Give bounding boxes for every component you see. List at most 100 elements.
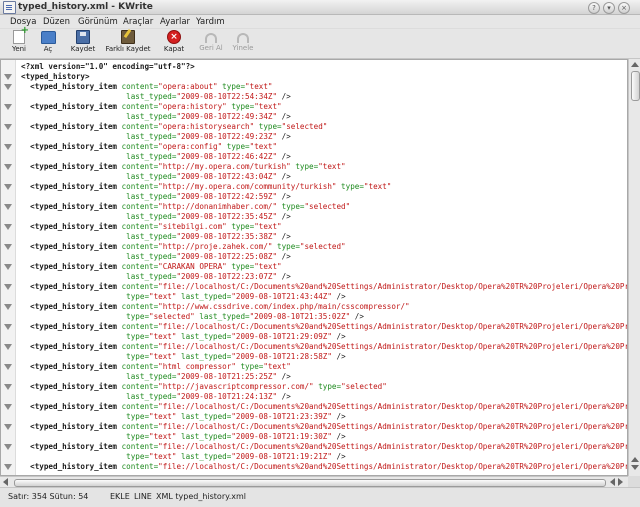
code-view[interactable]: <?xml version="1.0" encoding="utf-8"?> <t… (21, 62, 627, 472)
code-line: type="selected" last_typed="2009-08-10T2… (21, 312, 627, 322)
undo-button[interactable]: Geri Al (196, 30, 226, 57)
fold-marker-icon[interactable] (4, 384, 12, 390)
code-token: content= (121, 142, 159, 151)
help-button[interactable]: ? (588, 2, 600, 14)
code-token: /> (331, 452, 346, 461)
code-line: last_typed="2009-08-10T22:35:38Z" /> (21, 232, 627, 242)
text-editor[interactable]: <?xml version="1.0" encoding="utf-8"?> <t… (0, 59, 628, 476)
menu-tools[interactable]: Araçlar (123, 17, 153, 27)
code-line: type="text" last_typed="2009-08-10T21:19… (21, 432, 627, 442)
fold-marker-icon[interactable] (4, 424, 12, 430)
code-token: type= (21, 352, 150, 361)
code-line: last_typed="2009-08-10T22:23:07Z" /> (21, 272, 627, 282)
code-token: "text" (263, 362, 291, 371)
scroll-left-arrow-icon-right[interactable] (610, 478, 615, 486)
code-token: content= (121, 442, 159, 451)
menu-view[interactable]: Görünüm (78, 17, 118, 27)
fold-marker-icon[interactable] (4, 74, 12, 80)
code-token: "selected" (149, 312, 195, 321)
vertical-scroll-thumb[interactable] (631, 71, 640, 101)
code-token: <typed_history_item (21, 202, 122, 211)
fold-marker-icon[interactable] (4, 304, 12, 310)
code-token: "selected" (304, 202, 351, 211)
code-token: "file://localhost/C:/Documents%20and%20S… (158, 282, 628, 291)
new-button[interactable]: Yeni (4, 26, 34, 57)
menu-help[interactable]: Yardım (196, 17, 225, 27)
code-token: "http://my.opera.com/turkish" (158, 162, 291, 171)
fold-marker-icon[interactable] (4, 164, 12, 170)
folding-markers-column[interactable] (1, 60, 16, 475)
fold-marker-icon[interactable] (4, 404, 12, 410)
redo-button[interactable]: Yinele (228, 30, 258, 57)
scroll-up-arrow-icon-lower[interactable] (631, 457, 639, 462)
fold-marker-icon[interactable] (4, 144, 12, 150)
code-token: last_typed= (176, 292, 232, 301)
insert-mode-indicator[interactable]: EKLE (110, 492, 130, 502)
save-button[interactable]: Kaydet (66, 30, 100, 57)
open-button[interactable]: Aç (36, 30, 60, 57)
code-token: /> (277, 132, 291, 141)
code-token: /> (277, 392, 291, 401)
code-token: last_typed= (21, 152, 177, 161)
code-token: <typed_history_item (21, 402, 122, 411)
close-window-button[interactable]: × (618, 2, 630, 14)
code-token: <typed_history_item (21, 422, 122, 431)
code-token: <typed_history_item (21, 122, 122, 131)
fold-marker-icon[interactable] (4, 104, 12, 110)
code-token: last_typed= (21, 252, 177, 261)
code-token: <typed_history_item (21, 302, 122, 311)
fold-marker-icon[interactable] (4, 204, 12, 210)
code-token: content= (121, 82, 159, 91)
main-toolbar: Yeni Aç Kaydet Farklı Kaydet × Kapat Ger… (0, 26, 640, 59)
scroll-down-arrow-icon[interactable] (631, 465, 639, 470)
code-line: last_typed="2009-08-10T22:49:34Z" /> (21, 112, 627, 122)
menu-settings[interactable]: Ayarlar (160, 17, 190, 27)
fold-marker-icon[interactable] (4, 244, 12, 250)
cursor-position: Satır: 354 Sütun: 54 (8, 492, 89, 501)
code-token: <typed_history_item (21, 102, 122, 111)
code-token: content= (121, 362, 159, 371)
scroll-left-arrow-icon[interactable] (3, 478, 8, 486)
fold-marker-icon[interactable] (4, 324, 12, 330)
fold-marker-icon[interactable] (4, 224, 12, 230)
fold-marker-icon[interactable] (4, 264, 12, 270)
fold-marker-icon[interactable] (4, 284, 12, 290)
scroll-right-arrow-icon[interactable] (618, 478, 623, 486)
code-token: <typed_history_item (21, 242, 122, 251)
kwrite-app-icon[interactable] (3, 1, 16, 14)
code-token: "opera:config" (158, 142, 223, 151)
fold-marker-icon[interactable] (4, 124, 12, 130)
code-token: last_typed= (21, 212, 177, 221)
code-token: /> (331, 332, 346, 341)
fold-marker-icon[interactable] (4, 84, 12, 90)
code-token: "text" (363, 182, 392, 191)
fold-marker-icon[interactable] (4, 444, 12, 450)
fold-marker-icon[interactable] (4, 364, 12, 370)
close-document-button[interactable]: × Kapat (160, 30, 188, 57)
selection-mode-indicator[interactable]: LINE (134, 492, 152, 502)
code-token: /> (277, 252, 291, 261)
code-token: "text" (149, 412, 177, 421)
code-token: type= (21, 412, 150, 421)
redo-icon (237, 33, 249, 43)
code-token: content= (121, 282, 159, 291)
code-line: <typed_history_item content="CARAKAN OPE… (21, 262, 627, 272)
fold-marker-icon[interactable] (4, 464, 12, 470)
fold-marker-icon[interactable] (4, 184, 12, 190)
code-token: type= (235, 362, 264, 371)
code-line: type="text" last_typed="2009-08-10T21:43… (21, 292, 627, 302)
save-as-button[interactable]: Farklı Kaydet (104, 30, 152, 57)
minimize-button[interactable]: ▾ (603, 2, 615, 14)
code-token: "file://localhost/C:/Documents%20and%20S… (158, 462, 628, 471)
menu-edit[interactable]: Düzen (43, 17, 70, 27)
code-token: content= (121, 262, 159, 271)
code-token: "2009-08-10T22:42:59Z" (176, 192, 278, 201)
code-token: type= (226, 262, 255, 271)
code-token: "file://localhost/C:/Documents%20and%20S… (158, 402, 628, 411)
horizontal-scroll-thumb[interactable] (14, 479, 606, 487)
close-label: Kapat (163, 45, 185, 53)
code-token: type= (21, 452, 150, 461)
vertical-scrollbar[interactable] (628, 59, 640, 476)
fold-marker-icon[interactable] (4, 344, 12, 350)
scroll-up-arrow-icon[interactable] (631, 62, 639, 67)
